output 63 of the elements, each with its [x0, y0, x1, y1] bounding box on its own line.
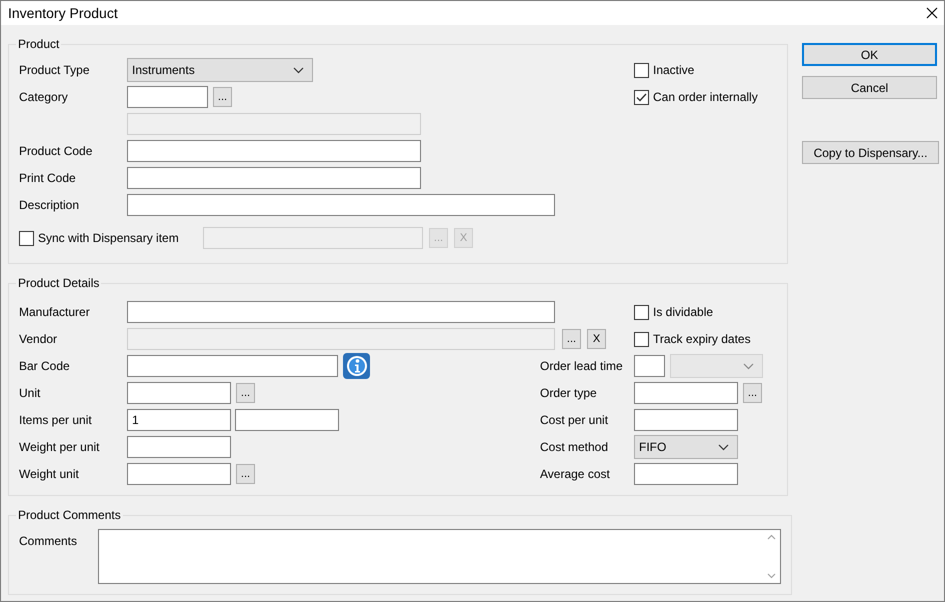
field-label: Average cost	[540, 466, 611, 483]
checkbox[interactable]	[634, 332, 649, 346]
text-field[interactable]	[127, 194, 555, 216]
field-label: Category	[19, 89, 69, 106]
text-field[interactable]	[127, 436, 231, 458]
text-field[interactable]	[127, 167, 421, 189]
checkbox-label: Track expiry dates	[653, 331, 751, 348]
field-label: Weight unit	[19, 466, 80, 483]
field-label: Order type	[540, 385, 598, 402]
group-title: Product	[17, 36, 60, 53]
chevron-down-icon	[743, 362, 754, 370]
group-title: Product Comments	[17, 507, 122, 524]
dialog-button[interactable]: Cancel	[802, 76, 937, 99]
browse-button[interactable]: ...	[236, 464, 255, 484]
text-field[interactable]	[127, 382, 231, 404]
field-label: Items per unit	[19, 412, 93, 429]
dropdown[interactable]: Instruments	[127, 58, 313, 82]
checkbox[interactable]	[634, 90, 649, 104]
close-icon[interactable]	[926, 7, 938, 19]
field-label: Print Code	[19, 170, 77, 187]
dialog-button[interactable]: Copy to Dispensary...	[802, 141, 939, 164]
checkbox-label: Can order internally	[653, 89, 758, 106]
field-label: Unit	[19, 385, 42, 402]
scroll-up-icon[interactable]	[767, 534, 776, 540]
checkbox-label: Inactive	[653, 62, 694, 79]
scroll-down-icon[interactable]	[767, 573, 776, 579]
field-label: Cost method	[540, 439, 610, 456]
field-label: Comments	[19, 533, 78, 550]
text-field[interactable]	[127, 140, 421, 162]
comments-field[interactable]	[98, 529, 781, 584]
browse-button[interactable]: ...	[236, 383, 255, 403]
field-label: Vendor	[19, 331, 58, 348]
checkbox[interactable]	[634, 62, 649, 78]
text-field[interactable]	[127, 355, 338, 377]
text-field[interactable]	[127, 86, 208, 108]
dropdown[interactable]: FIFO	[634, 435, 738, 459]
field-label: Cost per unit	[540, 412, 610, 429]
text-field[interactable]	[634, 382, 738, 404]
field-label: Description	[19, 197, 80, 214]
field-label: Order lead time	[540, 358, 624, 375]
field-label: Product Type	[19, 62, 90, 79]
text-field[interactable]	[634, 463, 738, 485]
browse-button[interactable]: ...	[213, 87, 232, 107]
checkbox[interactable]	[634, 304, 649, 320]
field-label: Product Code	[19, 143, 94, 160]
text-field[interactable]	[235, 409, 339, 431]
checkbox-label: Is dividable	[653, 304, 714, 321]
text-field[interactable]	[127, 301, 555, 323]
text-field[interactable]	[127, 463, 231, 485]
dialog-button[interactable]: OK	[802, 43, 937, 66]
field-label: Manufacturer	[19, 304, 91, 321]
chevron-down-icon	[293, 66, 304, 74]
field-label: Weight per unit	[19, 439, 100, 456]
checkbox-label: Sync with Dispensary item	[38, 230, 179, 247]
chevron-down-icon	[718, 444, 729, 450]
window-title: Inventory Product	[8, 4, 118, 23]
info-icon[interactable]	[343, 353, 370, 379]
text-field[interactable]	[634, 355, 665, 377]
group-title: Product Details	[17, 275, 100, 292]
browse-button[interactable]: ...	[743, 383, 762, 403]
text-field[interactable]	[634, 409, 738, 431]
text-field[interactable]: 1	[127, 409, 231, 431]
field-label: Bar Code	[19, 358, 71, 375]
